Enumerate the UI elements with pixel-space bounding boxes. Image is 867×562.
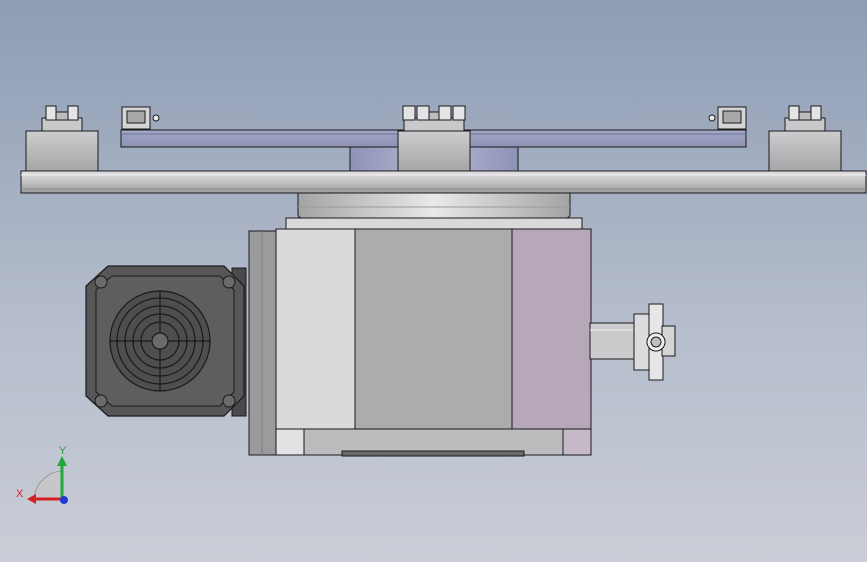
base-plate bbox=[20, 170, 867, 194]
motor bbox=[85, 265, 247, 417]
fixture-block-center bbox=[397, 105, 471, 172]
bar-clamp-left bbox=[121, 106, 160, 130]
fixture-block-left bbox=[25, 105, 99, 172]
bearing-flange bbox=[285, 192, 583, 231]
x-axis-label: X bbox=[16, 488, 24, 500]
y-axis-arrow-icon bbox=[57, 456, 67, 466]
x-axis-arrow-icon bbox=[27, 494, 36, 504]
fan-grille-icon bbox=[109, 290, 211, 392]
gearbox-housing bbox=[248, 228, 592, 457]
bar-clamp-right bbox=[708, 106, 747, 130]
output-shaft bbox=[589, 303, 676, 381]
motor-bolt-icon bbox=[94, 275, 108, 289]
rotary-table bbox=[20, 105, 867, 231]
y-axis-label: Y bbox=[59, 445, 67, 457]
triad-plane bbox=[33, 470, 63, 500]
fixture-block-right bbox=[768, 105, 842, 172]
coordinate-triad: Y X bbox=[16, 445, 68, 504]
z-axis-icon bbox=[60, 496, 68, 504]
cad-viewport[interactable]: Y X bbox=[0, 0, 867, 562]
